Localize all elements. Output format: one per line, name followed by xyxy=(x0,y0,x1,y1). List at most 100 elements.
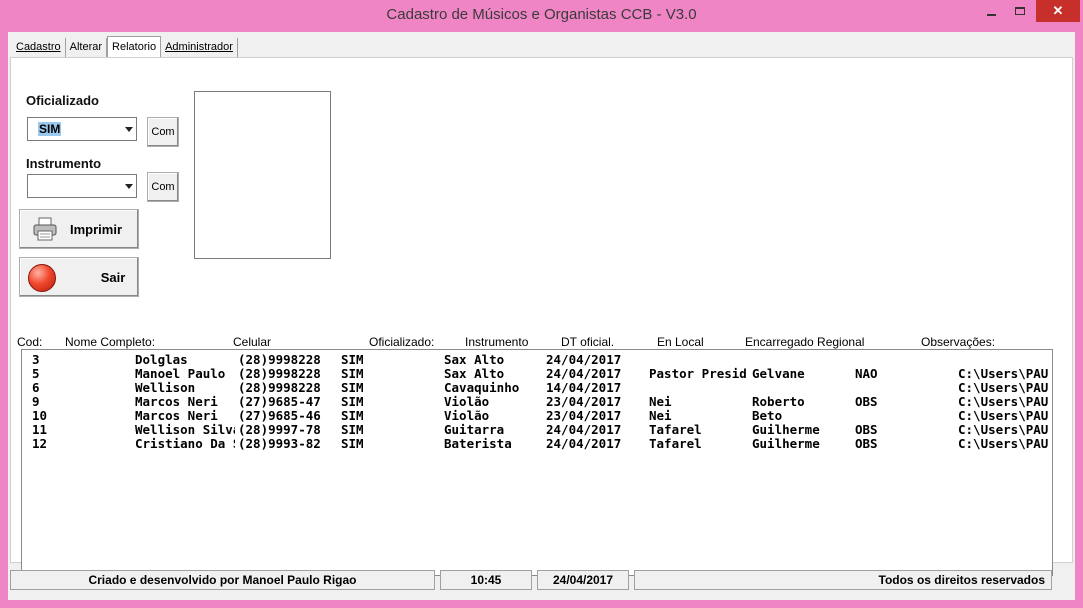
table-row[interactable]: 12 Cristiano Da S (28)9993-82 SIM Bateri… xyxy=(22,436,1052,451)
cell-en-local: Tafarel xyxy=(649,422,702,437)
cell-path: C:\Users\PAU xyxy=(958,380,1049,395)
close-button[interactable]: ✕ xyxy=(1036,0,1080,22)
cell-dt-oficial: 24/04/2017 xyxy=(546,352,622,367)
cell-path: C:\Users\PAU xyxy=(958,408,1049,423)
cell-nome: Dolglas xyxy=(135,352,188,367)
tab-cadastro[interactable]: Cadastro xyxy=(12,38,66,58)
cell-dt-oficial: 24/04/2017 xyxy=(546,436,622,451)
tab-label: Alterar xyxy=(69,41,103,53)
cell-nome: Wellison Silva xyxy=(135,422,235,437)
cell-oficializado: SIM xyxy=(341,380,364,395)
col-header-cod: Cod: xyxy=(17,335,43,349)
tab-relatorio[interactable]: Relatorio xyxy=(107,36,162,58)
oficializado-value: SIM xyxy=(38,122,62,136)
cell-en-local: Pastor Preside xyxy=(649,366,747,381)
tab-strip: Cadastro Alterar Relatorio Administrador xyxy=(12,36,238,58)
red-circle-icon xyxy=(28,264,56,292)
chevron-down-icon[interactable] xyxy=(125,184,133,189)
cell-cod: 10 xyxy=(32,408,48,423)
cell-oficializado: SIM xyxy=(341,422,364,437)
table-row[interactable]: 3 Dolglas (28)9998228 SIM Sax Alto 24/04… xyxy=(22,352,1052,367)
com-instrumento-button[interactable]: Com xyxy=(147,172,179,202)
cell-en-local: Tafarel xyxy=(649,436,702,451)
cell-regional: Roberto xyxy=(752,394,805,409)
table-row[interactable]: 5 Manoel Paulo (28)9998228 SIM Sax Alto … xyxy=(22,366,1052,381)
cell-regional: Guilherme xyxy=(752,422,820,437)
cell-cod: 12 xyxy=(32,436,48,451)
cell-celular: (28)9998228 xyxy=(238,352,321,367)
cell-obs: OBS xyxy=(855,436,878,451)
maximize-icon xyxy=(1015,7,1025,15)
cell-oficializado: SIM xyxy=(341,436,364,451)
col-header-celular: Celular xyxy=(233,335,272,349)
cell-nome: Manoel Paulo xyxy=(135,366,226,381)
cell-instrumento: Sax Alto xyxy=(444,366,505,381)
cell-instrumento: Baterista xyxy=(444,436,512,451)
col-header-instrumento: Instrumento xyxy=(465,335,529,349)
tab-alterar[interactable]: Alterar xyxy=(66,38,108,58)
cell-obs: NAO xyxy=(855,366,878,381)
cell-instrumento: Violão xyxy=(444,394,490,409)
cell-nome: Cristiano Da S xyxy=(135,436,235,451)
cell-path: C:\Users\PAU xyxy=(958,436,1049,451)
status-credits: Criado e desenvolvido por Manoel Paulo R… xyxy=(10,570,435,590)
cell-path: C:\Users\PAU xyxy=(958,422,1049,437)
cell-cod: 5 xyxy=(32,366,40,381)
col-header-nome: Nome Completo: xyxy=(65,335,156,349)
close-icon: ✕ xyxy=(1052,3,1064,18)
cell-en-local: Nei xyxy=(649,394,672,409)
minimize-icon xyxy=(986,14,996,16)
tab-administrador[interactable]: Administrador xyxy=(161,38,238,58)
cell-celular: (27)9685-46 xyxy=(238,408,321,423)
cell-nome: Marcos Neri xyxy=(135,394,218,409)
minimize-button[interactable] xyxy=(976,0,1006,22)
chevron-down-icon[interactable] xyxy=(125,127,133,132)
exit-button[interactable]: Sair xyxy=(19,257,139,297)
cell-cod: 11 xyxy=(32,422,48,437)
cell-celular: (28)9998228 xyxy=(238,366,321,381)
table-row[interactable]: 10 Marcos Neri (27)9685-46 SIM Violão 23… xyxy=(22,408,1052,423)
cell-obs: OBS xyxy=(855,394,878,409)
tab-label: Administrador xyxy=(165,41,233,53)
status-bar: Criado e desenvolvido por Manoel Paulo R… xyxy=(8,568,1075,592)
main-window: Cadastro Alterar Relatorio Administrador… xyxy=(8,32,1075,600)
maximize-button[interactable] xyxy=(1006,0,1034,22)
cell-celular: (27)9685-47 xyxy=(238,394,321,409)
com-oficializado-button[interactable]: Com xyxy=(147,117,179,147)
cell-cod: 6 xyxy=(32,380,40,395)
cell-celular: (28)9997-78 xyxy=(238,422,321,437)
cell-dt-oficial: 23/04/2017 xyxy=(546,394,622,409)
table-row[interactable]: 9 Marcos Neri (27)9685-47 SIM Violão 23/… xyxy=(22,394,1052,409)
print-button[interactable]: Imprimir xyxy=(19,209,139,249)
tab-label: Relatorio xyxy=(112,41,157,53)
cell-instrumento: Violão xyxy=(444,408,490,423)
cell-oficializado: SIM xyxy=(341,366,364,381)
status-time: 10:45 xyxy=(440,570,532,590)
instrumento-label: Instrumento xyxy=(26,156,102,171)
oficializado-label: Oficializado xyxy=(26,93,99,108)
photo-preview xyxy=(194,91,331,259)
exit-label: Sair xyxy=(100,269,126,285)
table-row[interactable]: 11 Wellison Silva (28)9997-78 SIM Guitar… xyxy=(22,422,1052,437)
cell-nome: Wellison xyxy=(135,380,196,395)
oficializado-select[interactable]: SIM xyxy=(27,117,137,141)
cell-oficializado: SIM xyxy=(341,394,364,409)
cell-celular: (28)9998228 xyxy=(238,380,321,395)
col-header-oficializado: Oficializado: xyxy=(369,335,435,349)
status-rights: Todos os direitos reservados xyxy=(634,570,1052,590)
col-header-encarregado-regional: Encarregado Regional xyxy=(745,335,865,349)
cell-en-local: Nei xyxy=(649,408,672,423)
instrumento-select[interactable] xyxy=(27,174,137,198)
cell-dt-oficial: 24/04/2017 xyxy=(546,366,622,381)
cell-celular: (28)9993-82 xyxy=(238,436,321,451)
cell-regional: Beto xyxy=(752,408,783,423)
cell-dt-oficial: 14/04/2017 xyxy=(546,380,622,395)
window-title: Cadastro de Músicos e Organistas CCB - V… xyxy=(386,6,697,23)
col-header-observacoes: Observações: xyxy=(921,335,996,349)
table-row[interactable]: 6 Wellison (28)9998228 SIM Cavaquinho 14… xyxy=(22,380,1052,395)
cell-oficializado: SIM xyxy=(341,352,364,367)
cell-dt-oficial: 23/04/2017 xyxy=(546,408,622,423)
cell-instrumento: Sax Alto xyxy=(444,352,505,367)
cell-regional: Guilherme xyxy=(752,436,820,451)
results-list[interactable]: 3 Dolglas (28)9998228 SIM Sax Alto 24/04… xyxy=(21,349,1053,576)
